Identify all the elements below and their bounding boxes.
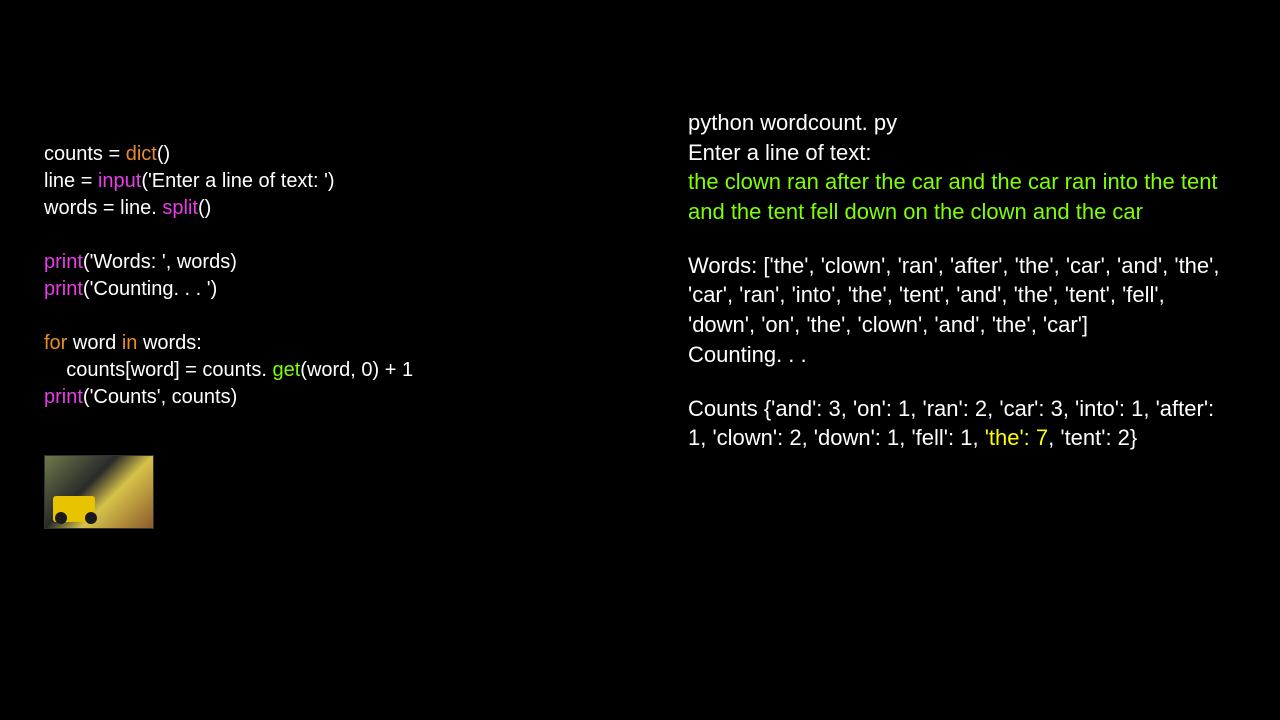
output-command: python wordcount. py bbox=[688, 108, 1228, 138]
output-column: python wordcount. py Enter a line of tex… bbox=[688, 108, 1228, 453]
code-keyword-in: in bbox=[122, 332, 138, 354]
output-counts-b: , 'tent': 2} bbox=[1048, 425, 1137, 450]
output-block-2: Words: ['the', 'clown', 'ran', 'after', … bbox=[688, 251, 1228, 370]
code-text: words = line. bbox=[44, 197, 162, 219]
output-block-1: python wordcount. py Enter a line of tex… bbox=[688, 108, 1228, 227]
code-keyword-input: input bbox=[98, 170, 141, 192]
code-text: word bbox=[67, 332, 121, 354]
code-text: ('Enter a line of text: ') bbox=[141, 170, 334, 192]
output-prompt: Enter a line of text: bbox=[688, 138, 1228, 168]
code-text: ('Words: ', words) bbox=[83, 251, 237, 273]
code-text: counts[word] = counts. bbox=[44, 359, 272, 381]
code-keyword-for: for bbox=[44, 332, 67, 354]
code-keyword-get: get bbox=[272, 359, 300, 381]
code-block: counts = dict() line = input('Enter a li… bbox=[44, 141, 604, 411]
code-text: counts = bbox=[44, 143, 126, 165]
code-text: line = bbox=[44, 170, 98, 192]
code-text: ('Counting. . . ') bbox=[83, 278, 217, 300]
code-keyword-print: print bbox=[44, 278, 83, 300]
photo-clown-car bbox=[44, 455, 154, 529]
code-text: (word, 0) + 1 bbox=[300, 359, 413, 381]
code-keyword-dict: dict bbox=[126, 143, 157, 165]
code-keyword-print: print bbox=[44, 386, 83, 408]
code-text: words: bbox=[137, 332, 201, 354]
output-block-3: Counts {'and': 3, 'on': 1, 'ran': 2, 'ca… bbox=[688, 394, 1228, 453]
code-column: counts = dict() line = input('Enter a li… bbox=[44, 141, 604, 411]
code-text: () bbox=[157, 143, 170, 165]
code-text: () bbox=[198, 197, 211, 219]
slide: counts = dict() line = input('Enter a li… bbox=[0, 0, 1280, 720]
output-user-input: the clown ran after the car and the car … bbox=[688, 167, 1228, 226]
output-counts-highlight: 'the': 7 bbox=[985, 425, 1048, 450]
code-keyword-split: split bbox=[162, 197, 198, 219]
output-counting: Counting. . . bbox=[688, 340, 1228, 370]
code-keyword-print: print bbox=[44, 251, 83, 273]
code-text: ('Counts', counts) bbox=[83, 386, 237, 408]
output-words: Words: ['the', 'clown', 'ran', 'after', … bbox=[688, 251, 1228, 340]
